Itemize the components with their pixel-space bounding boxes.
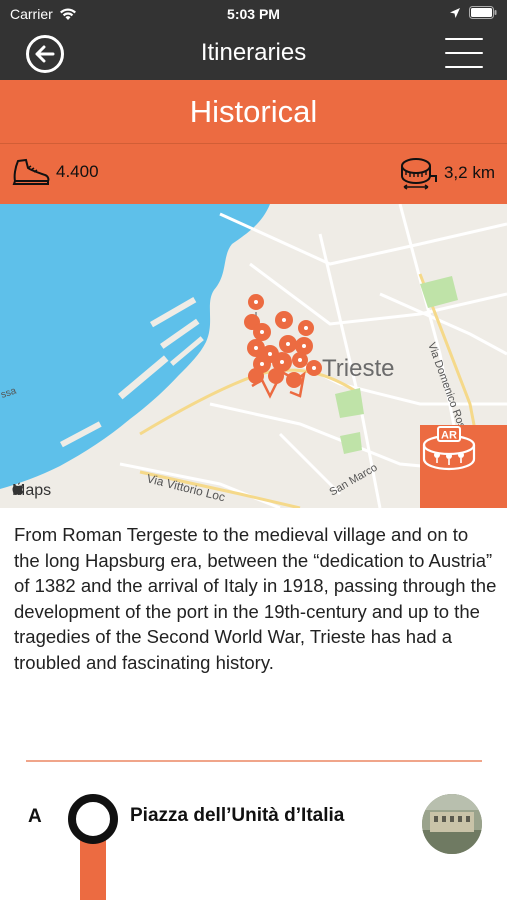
stop-photo: [422, 794, 482, 854]
menu-line: [445, 66, 483, 68]
stop-letter: A: [28, 806, 42, 827]
tape-measure-icon: [400, 158, 437, 190]
ar-icon: AR: [422, 426, 476, 471]
shoe-icon: [12, 158, 50, 185]
itinerary-header: Historical 4.400 3,2 km: [0, 80, 507, 204]
battery-icon: [469, 6, 497, 19]
status-right: [449, 6, 497, 19]
ar-label: AR: [441, 430, 457, 442]
menu-button[interactable]: [445, 38, 483, 68]
city-label: Trieste: [322, 355, 394, 382]
clock: 5:03 PM: [227, 6, 280, 22]
navigation-bar: Itineraries: [0, 28, 507, 80]
itinerary-title: Historical: [189, 94, 318, 129]
header-divider: [0, 143, 507, 144]
stop-item[interactable]: A Piazza dell’Unità d’Italia: [0, 780, 507, 900]
stop-marker: [68, 794, 118, 844]
route-map[interactable]: Trieste Via Domenico Ros Via Vittorio Lo…: [0, 204, 507, 508]
apple-logo-icon: [12, 482, 24, 495]
distance-value: 3,2 km: [443, 163, 495, 182]
menu-line: [445, 38, 483, 40]
distance-info: 3,2 km: [400, 156, 495, 190]
status-bar: Carrier 5:03 PM: [0, 0, 507, 28]
maps-attribution: Maps: [12, 482, 51, 500]
nav-title: Itineraries: [200, 39, 307, 66]
itinerary-description: From Roman Tergeste to the medieval vill…: [14, 524, 497, 673]
steps-count: 4.400: [56, 162, 99, 181]
section-divider: [26, 760, 482, 762]
steps-info: 4.400: [12, 158, 99, 186]
ar-button[interactable]: AR: [420, 425, 507, 508]
location-arrow-icon: [450, 7, 460, 18]
stop-name: Piazza dell’Unità d’Italia: [130, 805, 345, 826]
stop-thumbnail[interactable]: [422, 794, 482, 854]
menu-line: [445, 52, 483, 54]
